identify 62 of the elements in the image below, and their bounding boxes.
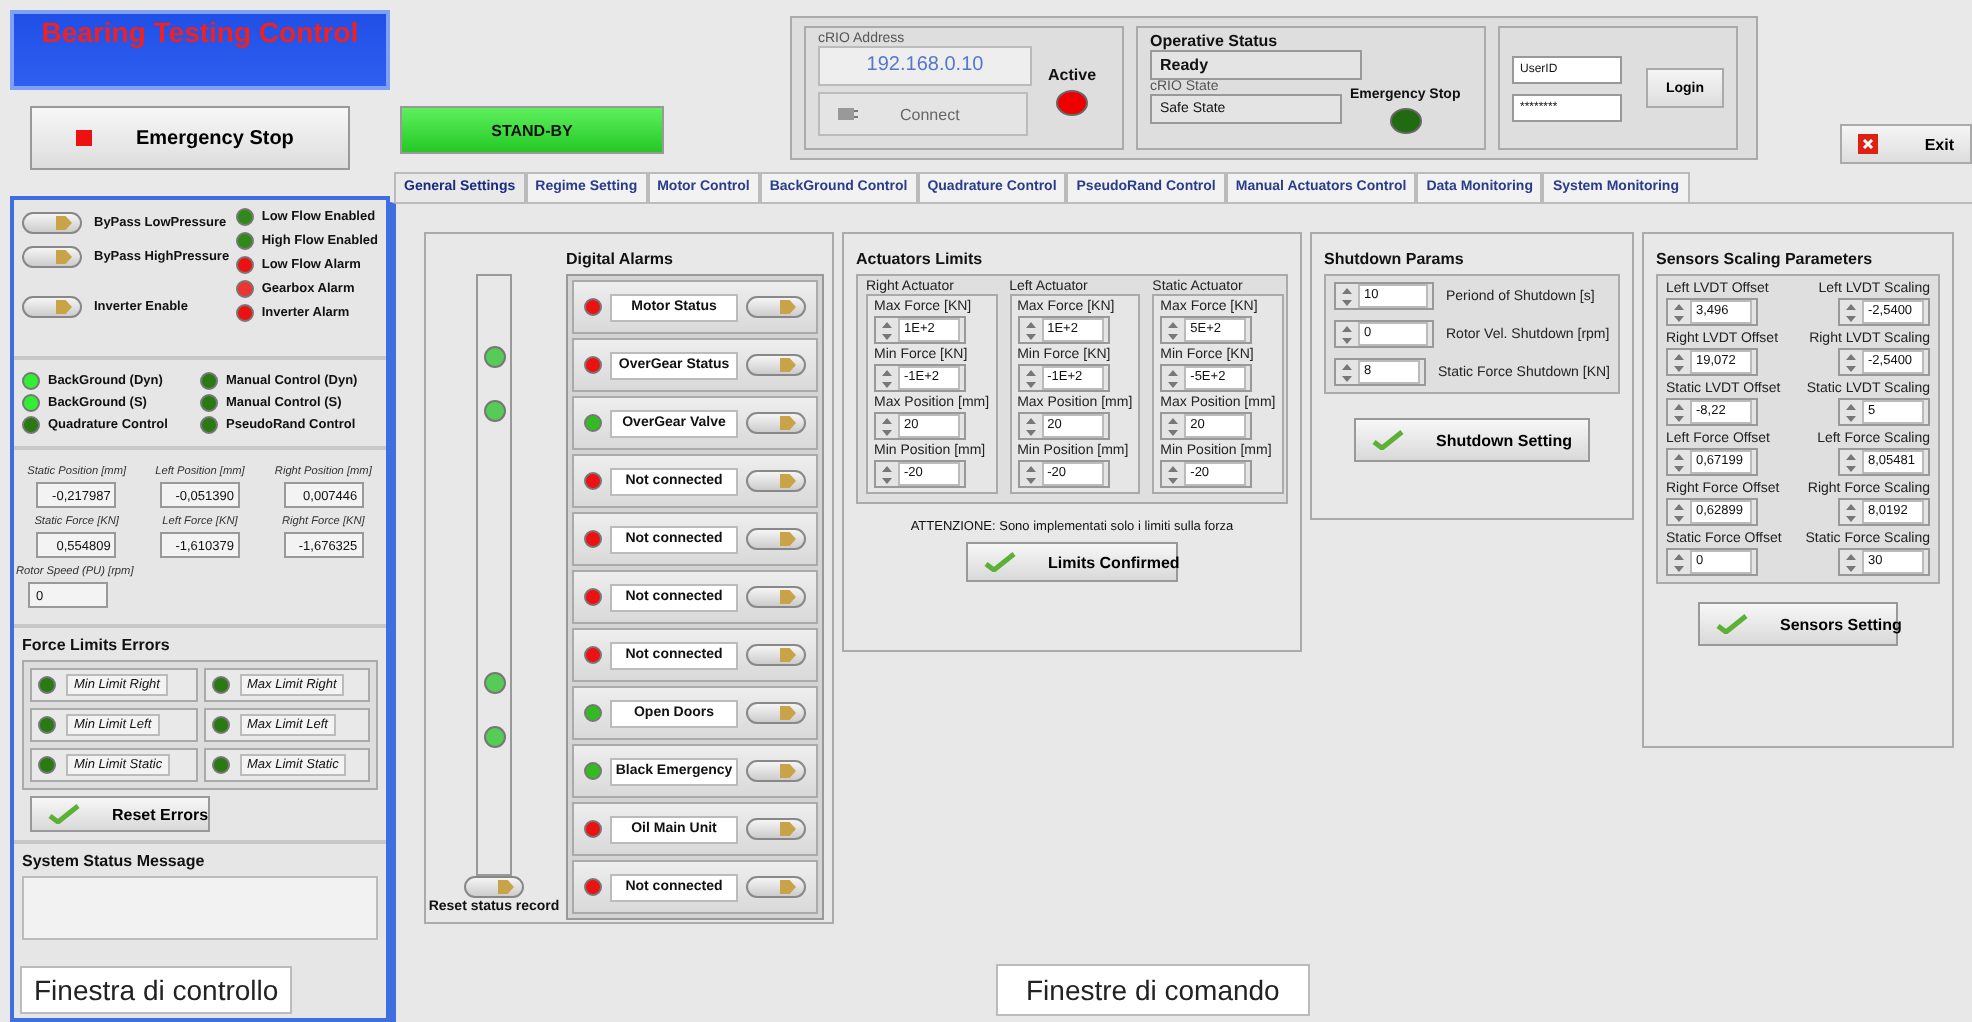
spinner-icon — [1672, 451, 1686, 473]
operative-status-display: Ready — [1150, 50, 1362, 80]
toggle-switch[interactable] — [746, 818, 806, 840]
annotation-label: Finestre di comando — [996, 964, 1310, 1016]
spinner-icon — [1672, 301, 1686, 323]
spinner-icon — [1844, 301, 1858, 323]
toggle-switch[interactable] — [464, 876, 524, 898]
spinner-icon — [1672, 401, 1686, 423]
toggle-switch[interactable] — [746, 412, 806, 434]
close-icon — [1858, 134, 1878, 154]
spinner-icon — [1844, 451, 1858, 473]
spinner-icon — [1340, 285, 1354, 307]
toggle-switch[interactable] — [746, 644, 806, 666]
connect-button[interactable]: Connect — [818, 92, 1028, 136]
system-status-label: System Status Message — [22, 852, 207, 870]
annotation-label: Finestra di controllo — [20, 966, 293, 1014]
actuators-title: Actuators Limits — [856, 250, 985, 268]
digital-alarms-title: Digital Alarms — [566, 250, 675, 268]
spinner-icon — [1340, 323, 1354, 345]
stop-square-icon — [76, 130, 92, 146]
spinner-icon — [1340, 361, 1354, 383]
spinner-icon — [1672, 551, 1686, 573]
spinner-icon — [880, 463, 894, 485]
spinner-icon — [1672, 351, 1686, 373]
toggle-switch[interactable] — [746, 760, 806, 782]
checkmark-icon — [1716, 614, 1748, 634]
shutdown-title: Shutdown Params — [1324, 250, 1466, 268]
checkmark-icon — [1372, 430, 1404, 450]
toggle-switch[interactable] — [746, 296, 806, 318]
toggle-switch[interactable] — [22, 296, 82, 318]
toggle-switch[interactable] — [22, 246, 82, 268]
shutdown-setting-button[interactable]: Shutdown Setting — [1354, 418, 1590, 462]
standby-indicator: STAND-BY — [400, 106, 664, 154]
toggle-switch[interactable] — [22, 212, 82, 234]
spinner-icon — [1672, 501, 1686, 523]
spinner-icon — [880, 319, 894, 341]
operative-status-label: Operative Status — [1150, 32, 1280, 50]
reset-errors-button[interactable]: Reset Errors — [30, 796, 210, 832]
toggle-switch[interactable] — [746, 470, 806, 492]
spinner-icon — [1844, 401, 1858, 423]
sensors-title: Sensors Scaling Parameters — [1656, 250, 1875, 268]
toggle-switch[interactable] — [746, 586, 806, 608]
spinner-icon — [1844, 351, 1858, 373]
limits-confirmed-button[interactable]: Limits Confirmed — [966, 542, 1178, 582]
emergency-stop-button[interactable]: Emergency Stop — [30, 106, 350, 170]
active-label: Active — [1048, 66, 1097, 84]
toggle-switch[interactable] — [746, 354, 806, 376]
toggle-switch[interactable] — [746, 528, 806, 550]
spinner-icon — [880, 415, 894, 437]
force-limits-title: Force Limits Errors — [22, 636, 172, 654]
checkmark-icon — [984, 552, 1016, 572]
spinner-icon — [1844, 551, 1858, 573]
app-title: Bearing Testing Control — [10, 10, 390, 90]
ip-address-display: 192.168.0.10 — [818, 46, 1032, 86]
sensors-setting-button[interactable]: Sensors Setting — [1698, 602, 1898, 646]
checkmark-icon — [48, 804, 80, 824]
plug-icon — [836, 104, 860, 124]
spinner-icon — [880, 367, 894, 389]
toggle-switch[interactable] — [746, 702, 806, 724]
spinner-icon — [1844, 501, 1858, 523]
exit-button[interactable]: Exit — [1840, 124, 1972, 164]
toggle-switch[interactable] — [746, 876, 806, 898]
